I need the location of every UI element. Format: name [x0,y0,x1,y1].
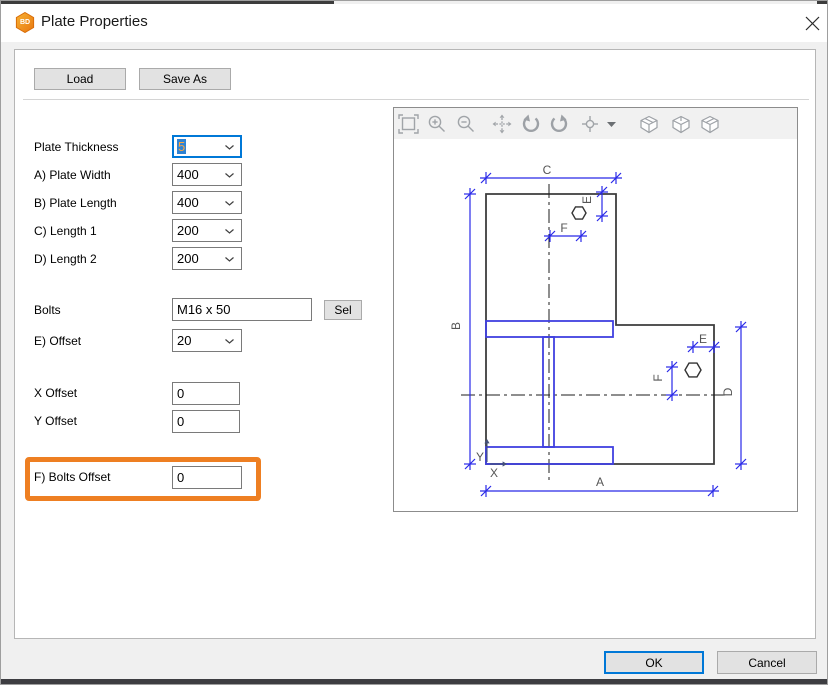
x-offset-field[interactable] [172,382,240,405]
chevron-down-icon [225,145,234,150]
bolt-hexagons [572,207,701,377]
plate-width-combo[interactable]: 400 [172,163,242,186]
dim-label-a: A [596,475,604,489]
separator [23,99,809,100]
center-target-button[interactable] [579,113,601,135]
zoom-in-button[interactable] [426,113,448,135]
dim-label-d: D [721,387,735,396]
drawing-preview-panel: C B A D E F E F Y X [393,107,798,512]
axis-label-y: Y [476,450,484,464]
caret-down-icon [607,122,616,127]
chevron-down-icon [225,173,234,178]
target-icon [580,114,600,134]
bolts-field[interactable] [172,298,312,321]
e-offset-label: E) Offset [34,334,81,348]
close-icon [805,16,820,31]
zoom-out-icon [456,114,476,134]
plate-drawing: C B A D E F E F Y X [394,139,797,511]
plate-length-value: 400 [177,195,199,210]
bolt-select-button[interactable]: Sel [324,300,362,320]
dimension-labels: C B A D E F E F Y X [449,163,735,489]
length1-label: C) Length 1 [34,224,97,238]
iso-block-icon [700,115,720,134]
cancel-button[interactable]: Cancel [717,651,817,674]
centerlines [461,184,725,480]
rotate-cw-icon [549,114,569,134]
origin-axis-arrowheads [484,439,507,467]
content-panel: Load Save As Plate Thickness 5 A) Plate … [14,49,816,639]
plate-thickness-combo[interactable]: 5 [172,135,242,158]
load-button[interactable]: Load [34,68,126,90]
length2-combo[interactable]: 200 [172,247,242,270]
iso-block-icon [671,115,691,134]
plate-width-value: 400 [177,167,199,182]
zoom-in-icon [427,114,447,134]
length2-label: D) Length 2 [34,252,97,266]
background-window-bottom-edge [1,679,828,685]
length1-combo[interactable]: 200 [172,219,242,242]
pan-icon [492,114,512,134]
y-offset-field[interactable] [172,410,240,433]
pan-button[interactable] [491,113,513,135]
f-bolts-offset-field[interactable] [172,466,242,489]
titlebar: BD Plate Properties [1,4,828,42]
plate-outline [486,194,714,464]
dim-label-b: B [449,322,463,330]
plate-length-label: B) Plate Length [34,196,117,210]
dim-label-e-top: E [580,196,594,204]
dim-label-f-top: F [560,221,567,235]
chevron-down-icon [225,229,234,234]
dim-label-f-right: F [651,374,665,381]
iso-view-1-button[interactable] [638,113,660,135]
length1-value: 200 [177,223,199,238]
x-offset-label: X Offset [34,386,77,400]
target-dropdown-button[interactable] [604,113,618,135]
chevron-down-icon [225,339,234,344]
iso-view-2-button[interactable] [670,113,692,135]
plate-thickness-value: 5 [177,139,186,154]
app-logo-text: BD [15,12,35,33]
axis-label-x: X [490,466,498,480]
plate-length-combo[interactable]: 400 [172,191,242,214]
origin-axes [487,442,504,464]
page-title: Plate Properties [41,13,148,30]
zoom-out-button[interactable] [455,113,477,135]
rotate-cw-button[interactable] [548,113,570,135]
f-bolts-offset-label: F) Bolts Offset [34,470,110,484]
save-as-button[interactable]: Save As [139,68,231,90]
rotate-ccw-icon [521,114,541,134]
chevron-down-icon [225,257,234,262]
zoom-extents-icon [398,114,419,134]
plate-properties-dialog: BD Plate Properties Load Save As Plate T… [0,0,828,685]
dim-label-c: C [543,163,552,177]
plate-width-label: A) Plate Width [34,168,111,182]
iso-block-icon [639,115,659,134]
length2-value: 200 [177,251,199,266]
y-offset-label: Y Offset [34,414,77,428]
e-offset-value: 20 [177,333,191,348]
ok-button[interactable]: OK [604,651,704,674]
preview-toolbar [394,108,797,139]
close-button[interactable] [799,10,825,36]
chevron-down-icon [225,201,234,206]
rotate-ccw-button[interactable] [520,113,542,135]
dim-label-e-right: E [699,332,707,346]
bolts-label: Bolts [34,303,61,317]
zoom-extents-button[interactable] [397,113,419,135]
plate-thickness-label: Plate Thickness [34,140,119,154]
iso-view-3-button[interactable] [699,113,721,135]
e-offset-combo[interactable]: 20 [172,329,242,352]
